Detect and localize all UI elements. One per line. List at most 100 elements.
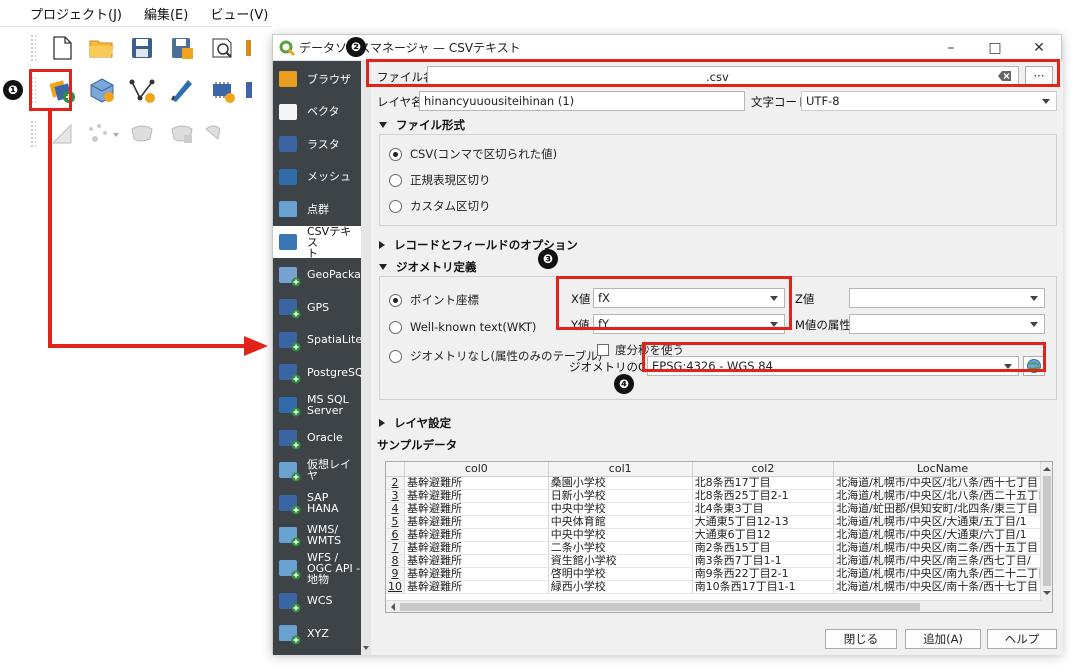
table-horizontal-scrollbar[interactable] [386, 600, 1042, 612]
highlight-crs [642, 342, 1046, 372]
radio-wkt[interactable]: Well-known text(WKT) [389, 320, 536, 334]
sidebar-item-label: 点群 [307, 202, 329, 216]
move-feature-button[interactable] [124, 116, 160, 152]
add-button[interactable]: 追加(A) [905, 629, 981, 649]
file-format-header[interactable]: ファイル形式 [379, 117, 465, 133]
minimize-button[interactable]: – [929, 35, 973, 61]
more-edit-tools-button[interactable] [204, 116, 220, 152]
maximize-button[interactable]: □ [973, 35, 1017, 61]
row-number: 2 [386, 476, 405, 490]
horizontal-scroll-thumb[interactable] [400, 603, 920, 611]
sample-data-table[interactable]: col0 col1 col2 LocName 2 基幹避難所 桑園小学校 北8条西17丁目北… [385, 461, 1053, 613]
toolbar-file [30, 28, 254, 68]
more-tools-button[interactable] [244, 30, 254, 66]
spatialite-icon [277, 328, 301, 352]
sidebar-item-wms[interactable]: WMS/ WMTS [273, 519, 361, 551]
print-layout-button[interactable] [204, 30, 240, 66]
column-header[interactable]: col0 [404, 462, 549, 477]
table-header-row: col0 col1 col2 LocName [386, 462, 1052, 477]
sidebar-item-sap-hana[interactable]: SAP HANA [273, 487, 361, 519]
menu-edit[interactable]: 編集(E) [130, 4, 196, 23]
radio-regex[interactable]: 正規表現区切り [389, 172, 491, 188]
help-button[interactable]: ヘルプ [987, 629, 1057, 649]
geopackage-icon [90, 78, 114, 103]
sidebar-item-gps[interactable]: GPS [273, 291, 361, 323]
pointcloud-icon [277, 197, 301, 221]
table-row[interactable]: 6 基幹避難所 中央中学校 大通東6丁目12 北海道/札幌市/中央区/大通東/六丁目/1 [386, 528, 1052, 542]
table-vertical-scrollbar[interactable] [1040, 462, 1052, 612]
sidebar-item-folder[interactable]: ブラウザ [273, 63, 361, 95]
layer-name-input[interactable]: hinancyuuousiteihinan (1) [419, 91, 745, 111]
sidebar-item-geopackage[interactable]: GeoPackage [273, 259, 361, 291]
sidebar-item-oracle[interactable]: Oracle [273, 422, 361, 454]
new-geopackage-button[interactable] [84, 72, 120, 108]
vertical-scroll-thumb[interactable] [1043, 476, 1051, 586]
toolbar-grip[interactable] [30, 120, 36, 148]
table-row[interactable]: 10 基幹避難所 緑西小学校 南10条西17丁目1-1 北海道/札幌市/中央区/南十条/… [386, 580, 1052, 594]
table-cell: 基幹避難所 [404, 554, 549, 568]
save-project-button[interactable] [124, 30, 160, 66]
sidebar-item-postgresql[interactable]: PostgreSQL [273, 356, 361, 388]
z-field-select[interactable] [849, 288, 1045, 308]
vertex-tool-button[interactable] [164, 116, 200, 152]
save-as-button[interactable] [164, 30, 200, 66]
arrowhead-icon [244, 336, 268, 356]
sidebar-item-wfs[interactable]: WFS / OGC API - 地物 [273, 552, 361, 585]
table-cell: 基幹避難所 [404, 515, 549, 529]
layer-name-label: レイヤ名 [377, 95, 423, 109]
table-cell: 日新小学校 [548, 489, 693, 503]
new-vector-layer-button[interactable] [124, 72, 160, 108]
sidebar-item-spatialite[interactable]: SpatiaLite [273, 324, 361, 356]
dialog-titlebar[interactable]: データソースマネージャ — CSVテキスト – □ ✕ [273, 35, 1061, 61]
sidebar-item-raster[interactable]: ラスタ [273, 128, 361, 160]
table-row[interactable]: 4 基幹避難所 中央中学校 北4条東3丁目 北海道/虻田郡/倶知安町/北四条/東三丁目 [386, 502, 1052, 516]
table-cell: 啓明中学校 [548, 567, 693, 581]
radio-csv[interactable]: CSV(コンマで区切られた値) [389, 146, 557, 162]
sidebar-item-wcs[interactable]: WCS [273, 585, 361, 617]
table-row[interactable]: 8 基幹避難所 資生館小学校 南3条西7丁目1-1 北海道/札幌市/中央区/南三条/西七… [386, 554, 1052, 568]
add-feature-button[interactable] [84, 116, 120, 152]
encoding-label: 文字コード [751, 95, 809, 109]
table-row[interactable]: 3 基幹避難所 日新小学校 北8条西25丁目2-1 北海道/札幌市/中央区/北八条/西二… [386, 489, 1052, 503]
close-window-button[interactable]: ✕ [1017, 35, 1061, 61]
menu-project[interactable]: プロジェクト(J) [0, 4, 130, 23]
close-button[interactable]: 閉じる [825, 629, 897, 649]
open-project-button[interactable] [84, 30, 120, 66]
column-header[interactable]: col2 [692, 462, 835, 477]
sidebar-item-label: 仮想レイヤ [307, 458, 351, 483]
column-header[interactable]: col1 [548, 462, 693, 477]
menu-view[interactable]: ビュー(V) [196, 4, 276, 23]
geometry-header[interactable]: ジオメトリ定義 [379, 259, 477, 275]
digitize-button[interactable] [164, 72, 200, 108]
toolbar-grip[interactable] [30, 34, 36, 62]
table-row[interactable]: 2 基幹避難所 桑園小学校 北8条西17丁目 北海道/札幌市/中央区/北八条/西十七丁目 [386, 476, 1052, 490]
ruler-icon [51, 123, 72, 144]
encoding-select[interactable]: UTF-8 [801, 91, 1057, 111]
layer-settings-header[interactable]: レイヤ設定 [379, 415, 451, 431]
new-memory-layer-button[interactable] [204, 72, 240, 108]
sidebar-item-pointcloud[interactable]: 点群 [273, 193, 361, 225]
sidebar-item-xyz[interactable]: XYZ [273, 617, 361, 649]
table-row[interactable]: 7 基幹避難所 二条小学校 南2条西15丁目 北海道/札幌市/中央区/南二条/西十五丁目 [386, 541, 1052, 555]
sidebar-scrollbar[interactable] [361, 61, 371, 655]
new-project-button[interactable] [44, 30, 80, 66]
radio-point-coordinates[interactable]: ポイント座標 [389, 292, 479, 308]
more-layer-tools-button[interactable] [244, 72, 254, 108]
sidebar-item-virtual-layer[interactable]: 仮想レイヤ [273, 454, 361, 486]
scroll-left-icon [391, 603, 395, 611]
sidebar-item-csv[interactable]: CSVテキス ト [273, 226, 361, 259]
mesh-icon [277, 165, 301, 189]
m-field-select[interactable] [849, 314, 1045, 334]
sidebar-item-vector[interactable]: ベクタ [273, 96, 361, 128]
radio-custom[interactable]: カスタム区切り [389, 198, 491, 214]
table-cell: 南3条西7丁目1-1 [692, 554, 835, 568]
scroll-down-icon [1043, 591, 1051, 595]
column-header[interactable]: LocName [833, 462, 1052, 477]
table-row[interactable]: 9 基幹避難所 啓明中学校 南9条西22丁目2-1 北海道/札幌市/中央区/南九条/西二… [386, 567, 1052, 581]
table-row[interactable]: 5 基幹避難所 中央体育館 大通東5丁目12-13 北海道/札幌市/中央区/大通東/五丁… [386, 515, 1052, 529]
sidebar-item-mssql[interactable]: MS SQL Server [273, 389, 361, 421]
sidebar-item-mesh[interactable]: メッシュ [273, 161, 361, 193]
table-cell: 二条小学校 [548, 541, 693, 555]
save-icon [132, 38, 152, 58]
toolbar-digitizing [30, 114, 220, 154]
